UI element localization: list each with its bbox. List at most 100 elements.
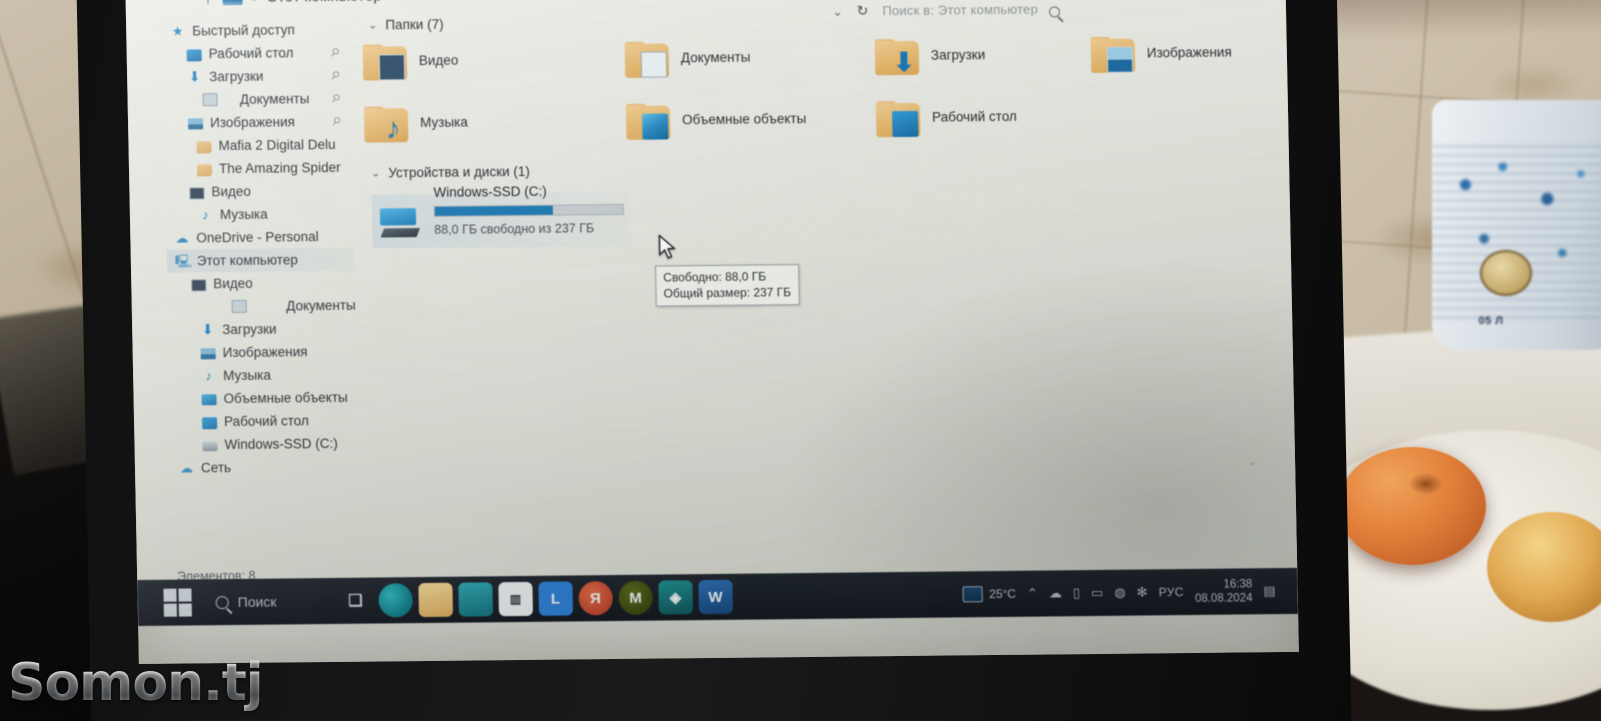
- background-tomato: [1338, 447, 1486, 565]
- content-pane: ⌄ Папки (7) Видео Документы ⬇ Загрузки Изобр…: [362, 8, 1273, 573]
- video-icon: [191, 278, 207, 291]
- sidebar-item-0[interactable]: ★ Быстрый доступ: [162, 18, 350, 43]
- folder-tile-grid[interactable]: Видео Документы ⬇ Загрузки Изображения ♪ Музык…: [362, 35, 1263, 145]
- pin-icon[interactable]: ⚲: [328, 91, 342, 106]
- taskbar-search-box[interactable]: Поиск: [202, 594, 277, 611]
- windows-start-icon[interactable]: [163, 588, 192, 617]
- sidebar-item-13[interactable]: ⬇ Загрузки: [168, 317, 356, 342]
- sidebar-item-14[interactable]: Изображения: [168, 340, 356, 365]
- sidebar-item-7[interactable]: Видео: [165, 179, 353, 204]
- sidebar-item-10[interactable]: 🖳 Этот компьютер: [166, 247, 356, 273]
- documents-icon: [202, 93, 218, 107]
- sidebar-item-5[interactable]: Mafia 2 Digital Delu: [164, 133, 352, 158]
- sidebar-item-label: OneDrive - Personal: [196, 229, 319, 246]
- documents-icon: [231, 299, 248, 314]
- folders-group-title: Папки (7): [385, 16, 444, 33]
- breadcrumb-path[interactable]: Этот компьютер: [267, 0, 382, 5]
- drive-icon: [379, 208, 421, 238]
- kettle-badge: [1480, 250, 1533, 296]
- desktop-folder-icon: [186, 48, 202, 61]
- breadcrumb-separator: ›: [252, 0, 257, 4]
- taskbar-app-app-m[interactable]: M: [618, 580, 653, 615]
- tray-temperature: 25°C: [989, 586, 1017, 602]
- drive-item-windows-ssd[interactable]: Windows-SSD (C:) 88,0 ГБ свободно из 237…: [371, 184, 631, 249]
- desktop-folder-icon: [875, 101, 923, 139]
- taskbar-app-edge[interactable]: [378, 583, 413, 618]
- folder-tile-label: Рабочий стол: [931, 108, 1017, 125]
- sidebar-item-19[interactable]: ☁ Сеть: [171, 455, 359, 480]
- taskbar-app-task-view[interactable]: ❑: [338, 584, 373, 618]
- sidebar-item-4[interactable]: Изображения ⚲: [164, 110, 352, 135]
- documents-folder-icon: [624, 41, 672, 79]
- chevron-down-icon[interactable]: ⌄: [371, 166, 380, 179]
- sidebar-item-8[interactable]: ♪ Музыка: [166, 202, 354, 227]
- folder-tile-label: Изображения: [1146, 44, 1232, 61]
- sidebar-item-15[interactable]: ♪ Музыка: [169, 363, 357, 388]
- sidebar-item-12[interactable]: Документы: [168, 294, 356, 319]
- pin-icon[interactable]: ⚲: [327, 45, 341, 60]
- folder-tile-label: Музыка: [419, 114, 469, 131]
- this-pc-icon: [222, 0, 243, 5]
- sidebar-item-2[interactable]: ⬇ Загрузки ⚲: [163, 64, 351, 89]
- sidebar-item-1[interactable]: Рабочий стол ⚲: [162, 41, 350, 66]
- language-indicator[interactable]: РУС: [1158, 585, 1184, 599]
- taskbar-app-calculator[interactable]: ▥: [498, 581, 533, 617]
- taskbar-app-microsoft-store[interactable]: [458, 582, 493, 617]
- volume-icon[interactable]: ◍: [1114, 585, 1126, 601]
- taskbar-app-app-shield[interactable]: ◈: [658, 580, 693, 615]
- cloud-icon[interactable]: ☁: [1049, 585, 1062, 601]
- scroll-indicator[interactable]: ⌄: [1248, 455, 1257, 468]
- folder-tile[interactable]: Видео: [362, 42, 614, 83]
- folder-tile[interactable]: Объемные объекты: [625, 101, 877, 142]
- videos-folder-icon: [362, 44, 410, 82]
- chevron-up-icon[interactable]: ⌃: [1027, 586, 1038, 602]
- chevron-down-icon[interactable]: ⌄: [368, 19, 377, 32]
- taskbar-app-app-w[interactable]: W: [698, 579, 733, 615]
- folder-tile[interactable]: ⬇ Загрузки: [874, 37, 1126, 78]
- clock[interactable]: 16:38 08.08.2024: [1195, 577, 1253, 606]
- taskbar-app-icons[interactable]: ❑ ▥ L Я M ◈ W: [338, 579, 733, 618]
- folder-tile[interactable]: Изображения: [1090, 34, 1299, 75]
- sidebar-item-9[interactable]: ☁ OneDrive - Personal: [166, 225, 354, 250]
- sidebar-item-6[interactable]: The Amazing Spider: [165, 156, 353, 181]
- battery-icon[interactable]: ▯: [1073, 585, 1080, 601]
- drive-capacity-fill: [434, 205, 554, 216]
- sidebar-item-label: Музыка: [222, 367, 272, 384]
- folder-tile[interactable]: Рабочий стол: [875, 99, 1127, 140]
- system-tray[interactable]: 25°C ⌃ ☁ ▯ ▭ ◍ ✻ РУС 16:38 08.08.2024 ▤: [963, 577, 1298, 608]
- search-icon: [215, 595, 229, 609]
- pictures-folder-icon: [1090, 36, 1138, 75]
- navigation-pane[interactable]: ★ Быстрый доступ Рабочий стол ⚲ ⬇ Загрузки ⚲ До…: [162, 18, 361, 580]
- clock-time: 16:38: [1223, 578, 1253, 591]
- weather-icon: [963, 586, 984, 603]
- sidebar-item-11[interactable]: Видео: [167, 271, 355, 296]
- folder-icon: [196, 163, 213, 176]
- tray-weather[interactable]: 25°C: [963, 586, 1016, 603]
- sidebar-item-label: Рабочий стол: [208, 45, 294, 62]
- tooltip-free-line: Свободно: 88,0 ГБ: [663, 269, 767, 285]
- pin-icon[interactable]: ⚲: [329, 114, 343, 129]
- breadcrumb-trailing-separator[interactable]: ›: [392, 0, 397, 3]
- sidebar-item-17[interactable]: Рабочий стол: [170, 409, 358, 434]
- notification-icon[interactable]: ▤: [1263, 583, 1276, 599]
- 3d-objects-icon: [201, 394, 217, 406]
- network-icon[interactable]: ▭: [1091, 585, 1104, 601]
- sidebar-item-18[interactable]: Windows-SSD (C:): [170, 432, 358, 457]
- taskbar-app-app-l[interactable]: L: [538, 581, 573, 616]
- pictures-icon: [187, 118, 204, 130]
- up-arrow-icon[interactable]: ↑: [203, 0, 212, 8]
- background-kettle: 05 Л: [1432, 100, 1601, 350]
- pin-icon[interactable]: ⚲: [328, 68, 342, 83]
- this-pc-icon: 🖳: [174, 253, 193, 269]
- devices-group-header[interactable]: ⌄ Устройства и диски (1): [371, 156, 1265, 180]
- clock-date: 08.08.2024: [1194, 592, 1253, 605]
- folder-tile[interactable]: Документы: [624, 39, 876, 80]
- taskbar-app-app-ya[interactable]: Я: [578, 581, 613, 616]
- settings-icon[interactable]: ✻: [1137, 584, 1148, 600]
- taskbar-app-file-explorer[interactable]: [418, 582, 453, 618]
- sidebar-item-label: Изображения: [222, 344, 308, 361]
- sidebar-item-16[interactable]: Объемные объекты: [169, 386, 357, 411]
- folder-tile[interactable]: ♪ Музыка: [363, 104, 615, 145]
- kettle-capacity-label: 05 Л: [1478, 315, 1504, 327]
- sidebar-item-3[interactable]: Документы ⚲: [163, 87, 351, 112]
